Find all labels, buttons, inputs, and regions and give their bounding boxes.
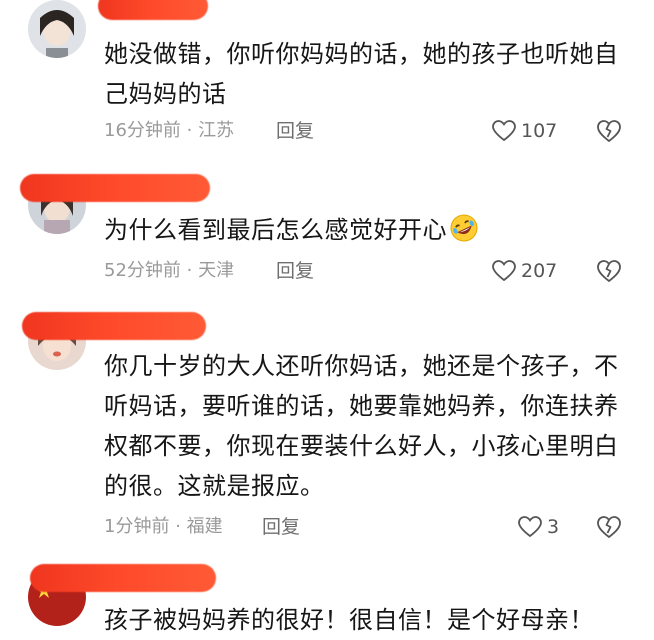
comment-time: 16分钟前 [104, 120, 181, 141]
username-redaction [20, 174, 210, 202]
like-button[interactable]: 107 [492, 116, 557, 146]
comment-text: 孩子被妈妈养的很好！很自信！是个好母亲！ [104, 606, 594, 634]
heart-icon [518, 516, 542, 538]
avatar-image [28, 0, 86, 58]
like-count: 107 [521, 120, 558, 142]
dislike-icon[interactable] [596, 118, 622, 144]
username-redaction [30, 564, 216, 592]
like-button[interactable]: 207 [492, 256, 557, 286]
heart-icon [492, 260, 516, 282]
comment-text: 你几十岁的大人还听你妈话，她还是个孩子，不听妈话，要听谁的话，她要靠她妈养，你连… [104, 352, 619, 500]
heart-icon [492, 120, 516, 142]
meta-separator: · [186, 260, 193, 281]
like-button[interactable]: 3 [518, 512, 559, 542]
comment-location: 江苏 [198, 120, 235, 141]
comment-location: 福建 [186, 516, 223, 537]
comment-time: 52分钟前 [104, 260, 181, 281]
comment-location: 天津 [198, 260, 235, 281]
comment-list: 她没做错，你听你妈妈的话，她的孩子也听她自己妈妈的话 16分钟前 · 江苏 回复… [0, 0, 654, 640]
comment-time: 1分钟前 [104, 516, 170, 537]
username-redaction [98, 0, 208, 20]
reply-button[interactable]: 回复 [276, 256, 314, 286]
comment-meta: 1分钟前 · 福建 [104, 512, 223, 542]
username-redaction [22, 312, 206, 340]
like-count: 3 [547, 516, 560, 538]
comment-text-content: 为什么看到最后怎么感觉好开心 [104, 216, 447, 244]
comment-text: 她没做错，你听你妈妈的话，她的孩子也听她自己妈妈的话 [104, 40, 619, 108]
dislike-icon[interactable] [596, 258, 622, 284]
meta-separator: · [186, 120, 193, 141]
comment-meta: 16分钟前 · 江苏 [104, 116, 234, 146]
comment-text: 为什么看到最后怎么感觉好开心 [104, 210, 624, 250]
rofl-emoji-icon [450, 214, 478, 242]
dislike-icon[interactable] [596, 514, 622, 540]
avatar[interactable] [28, 0, 86, 58]
reply-button[interactable]: 回复 [276, 116, 314, 146]
reply-button[interactable]: 回复 [262, 512, 300, 542]
like-count: 207 [521, 260, 558, 282]
comment-meta: 52分钟前 · 天津 [104, 256, 234, 286]
meta-separator: · [175, 516, 181, 537]
